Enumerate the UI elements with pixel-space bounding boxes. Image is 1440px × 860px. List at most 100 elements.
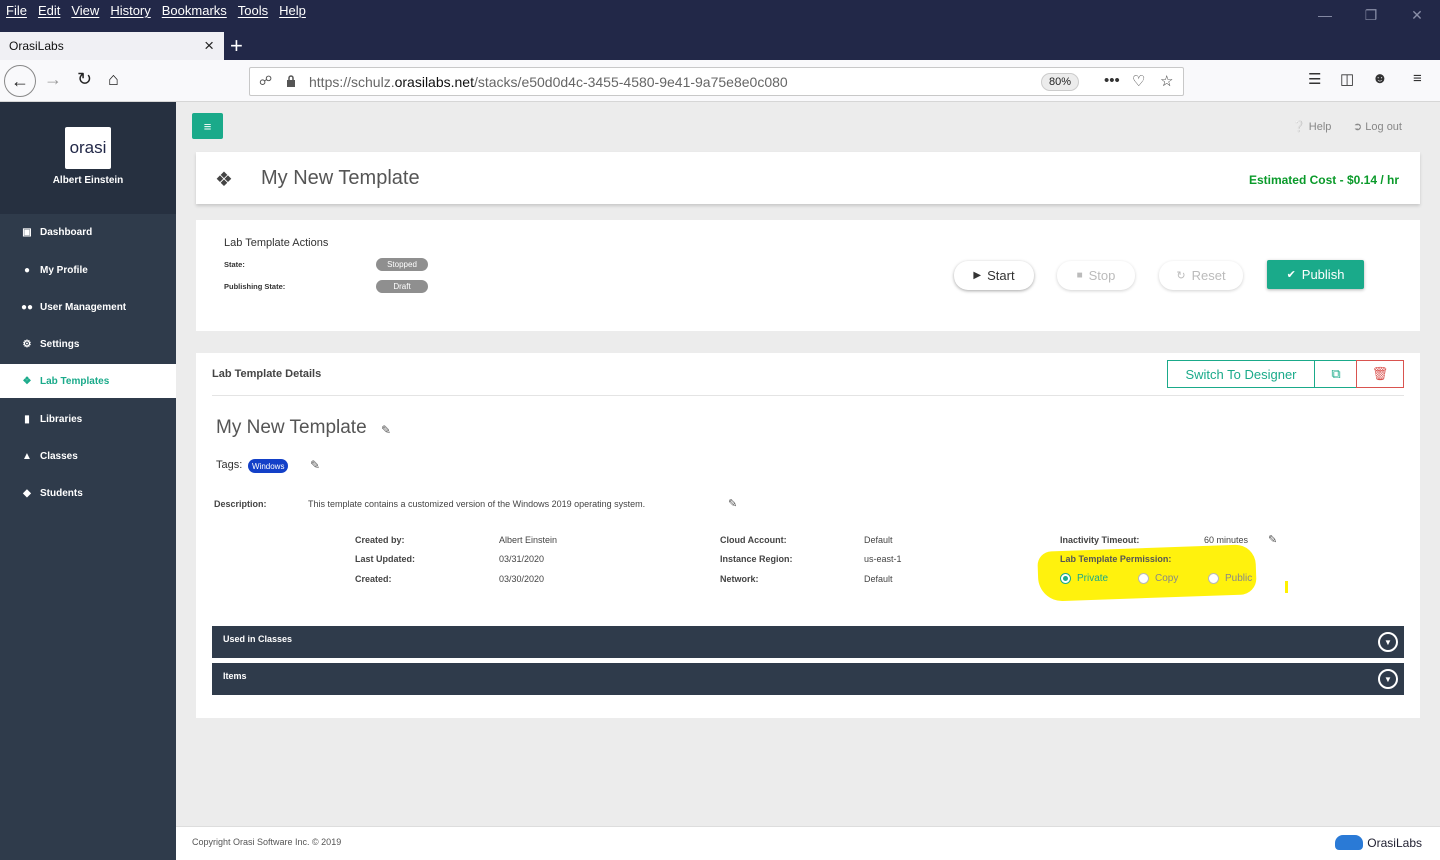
bookmark-star-icon[interactable]: ☆ (1160, 72, 1173, 90)
estimated-cost: Estimated Cost - $0.14 / hr (1248, 173, 1399, 187)
browser-tab[interactable]: OrasiLabs × (0, 32, 224, 60)
items-accordion[interactable]: Items ▼ (212, 663, 1404, 695)
accordion-label: Used in Classes (223, 634, 293, 644)
logout-link[interactable]: ➲ Log out (1353, 120, 1402, 133)
sidebar: orasi Albert Einstein ▣ Dashboard ● My Pro… (0, 102, 176, 860)
menu-edit[interactable]: Edit (38, 3, 60, 18)
institution-icon: ▲ (22, 450, 32, 462)
radio-label: Copy (1155, 573, 1179, 584)
sidebar-item-settings[interactable]: ⚙ Settings (0, 327, 176, 361)
browser-menubar: File Edit View History Bookmarks Tools H… (0, 0, 1440, 32)
created-by-value: Albert Einstein (499, 535, 558, 545)
back-icon[interactable]: ← (4, 65, 36, 97)
copy-button[interactable]: ⧉ (1314, 360, 1358, 388)
radio-dot (1060, 573, 1071, 584)
actions-heading: Lab Template Actions (224, 237, 329, 249)
footer: Copyright Orasi Software Inc. © 2019 Ora… (176, 826, 1440, 860)
menu-help[interactable]: Help (279, 3, 306, 18)
start-button[interactable]: ▶ Start (954, 261, 1034, 290)
forward-icon[interactable]: → (44, 69, 62, 90)
inactivity-timeout-value: 60 minutes (1204, 535, 1249, 545)
permission-label: Lab Template Permission: (1060, 554, 1172, 564)
edit-description-pencil-icon[interactable]: ✎ (728, 497, 737, 510)
sidebar-item-students[interactable]: ◆ Students (0, 476, 176, 510)
url-prefix: https://schulz. (309, 74, 395, 90)
reload-icon[interactable]: ↻ (77, 69, 92, 90)
new-tab-icon[interactable]: + (230, 33, 243, 59)
url-path: /stacks/e50d0d4c-3455-4580-9e41-9a75e8e0… (473, 74, 788, 90)
url-text[interactable]: https://schulz.orasilabs.net/stacks/e50d… (309, 74, 788, 90)
state-badge: Stopped (376, 258, 428, 271)
brand-name: OrasiLabs (1367, 835, 1422, 850)
switch-to-designer-button[interactable]: Switch To Designer (1167, 360, 1315, 388)
sidebar-item-user-management[interactable]: ●● User Management (0, 290, 176, 324)
menu-tools[interactable]: Tools (238, 3, 268, 18)
radio-label: Private (1077, 573, 1109, 584)
check-icon: ✔ (1286, 269, 1296, 281)
sidebar-item-dashboard[interactable]: ▣ Dashboard (0, 215, 176, 249)
page-title: My New Template (261, 167, 420, 189)
restore-icon[interactable]: ❐ (1348, 0, 1394, 30)
url-domain: orasilabs.net (394, 74, 474, 90)
cloud-logo-icon (1335, 835, 1364, 850)
sidebar-item-libraries[interactable]: ▮ Libraries (0, 402, 176, 436)
edit-tags-pencil-icon[interactable]: ✎ (310, 458, 320, 472)
edit-name-pencil-icon[interactable]: ✎ (381, 423, 391, 437)
publish-button[interactable]: ✔ Publish (1267, 260, 1364, 289)
stop-button[interactable]: ■ Stop (1057, 261, 1135, 290)
permission-private-radio[interactable]: Private (1060, 573, 1108, 584)
library-icon[interactable]: ☰ (1308, 70, 1321, 88)
stop-label: Stop (1088, 268, 1116, 283)
footer-brand: OrasiLabs (1335, 835, 1422, 850)
url-bar[interactable]: ☍ https://schulz.orasilabs.net/stacks/e5… (249, 67, 1184, 96)
help-link[interactable]: ❔ Help (1292, 120, 1331, 133)
cloud-account-value: Default (864, 535, 893, 545)
book-icon: ▮ (24, 413, 30, 425)
lab-template-details-card: Lab Template Details Switch To Designer … (196, 353, 1420, 718)
reset-button[interactable]: ↻ Reset (1159, 261, 1243, 290)
radio-label: Public (1225, 573, 1253, 584)
accordion-label: Items (223, 671, 247, 681)
minimize-icon[interactable]: — (1302, 0, 1348, 30)
close-tab-icon[interactable]: × (204, 36, 214, 56)
pocket-icon[interactable]: ♡ (1132, 72, 1145, 90)
menu-file[interactable]: File (6, 3, 27, 18)
edit-timeout-pencil-icon[interactable]: ✎ (1268, 533, 1277, 546)
gear-icon: ⚙ (22, 338, 32, 350)
close-window-icon[interactable]: ✕ (1394, 0, 1440, 30)
play-icon: ▶ (973, 270, 982, 281)
sidebar-item-classes[interactable]: ▲ Classes (0, 439, 176, 473)
permission-public-radio[interactable]: Public (1208, 573, 1252, 584)
menu-bookmarks[interactable]: Bookmarks (162, 3, 227, 18)
network-value: Default (864, 574, 893, 584)
sidebar-item-lab-templates[interactable]: ❖ Lab Templates (0, 364, 176, 398)
permission-copy-radio[interactable]: Copy (1138, 573, 1178, 584)
menu-toggle-button[interactable]: ≡ (192, 113, 223, 139)
menu-view[interactable]: View (71, 3, 99, 18)
shield-icon[interactable]: ☍ (259, 73, 272, 89)
state-label: State: (224, 260, 245, 269)
logo-text: orasi (69, 138, 107, 157)
last-updated-value: 03/31/2020 (499, 554, 545, 564)
monitor-icon: ▣ (22, 226, 32, 238)
menu-history[interactable]: History (110, 3, 150, 18)
help-label: Help (1308, 121, 1332, 133)
chevron-down-icon[interactable]: ▼ (1378, 669, 1398, 689)
sidebar-item-my-profile[interactable]: ● My Profile (0, 253, 176, 287)
delete-button[interactable]: 🗑 (1356, 360, 1404, 388)
sidebar-toggle-icon[interactable]: ◫ (1340, 70, 1354, 88)
template-title-card: ❖ My New Template Estimated Cost - $0.14… (196, 152, 1420, 204)
sidebar-item-label: Dashboard (40, 226, 93, 238)
hamburger-menu-icon[interactable]: ≡ (1413, 70, 1422, 87)
zoom-level[interactable]: 80% (1041, 73, 1079, 91)
home-icon[interactable]: ⌂ (108, 69, 119, 90)
chevron-down-icon[interactable]: ▼ (1378, 632, 1398, 652)
account-icon[interactable]: ☻ (1372, 70, 1388, 87)
users-icon: ●● (20, 301, 34, 313)
more-icon[interactable]: ••• (1104, 72, 1120, 89)
used-in-classes-accordion[interactable]: Used in Classes ▼ (212, 626, 1404, 658)
refresh-icon: ↻ (1176, 270, 1186, 282)
lock-icon[interactable] (286, 75, 296, 87)
lab-template-actions-card: Lab Template Actions State: Stopped Publ… (196, 220, 1420, 331)
created-label: Created: (355, 574, 392, 584)
